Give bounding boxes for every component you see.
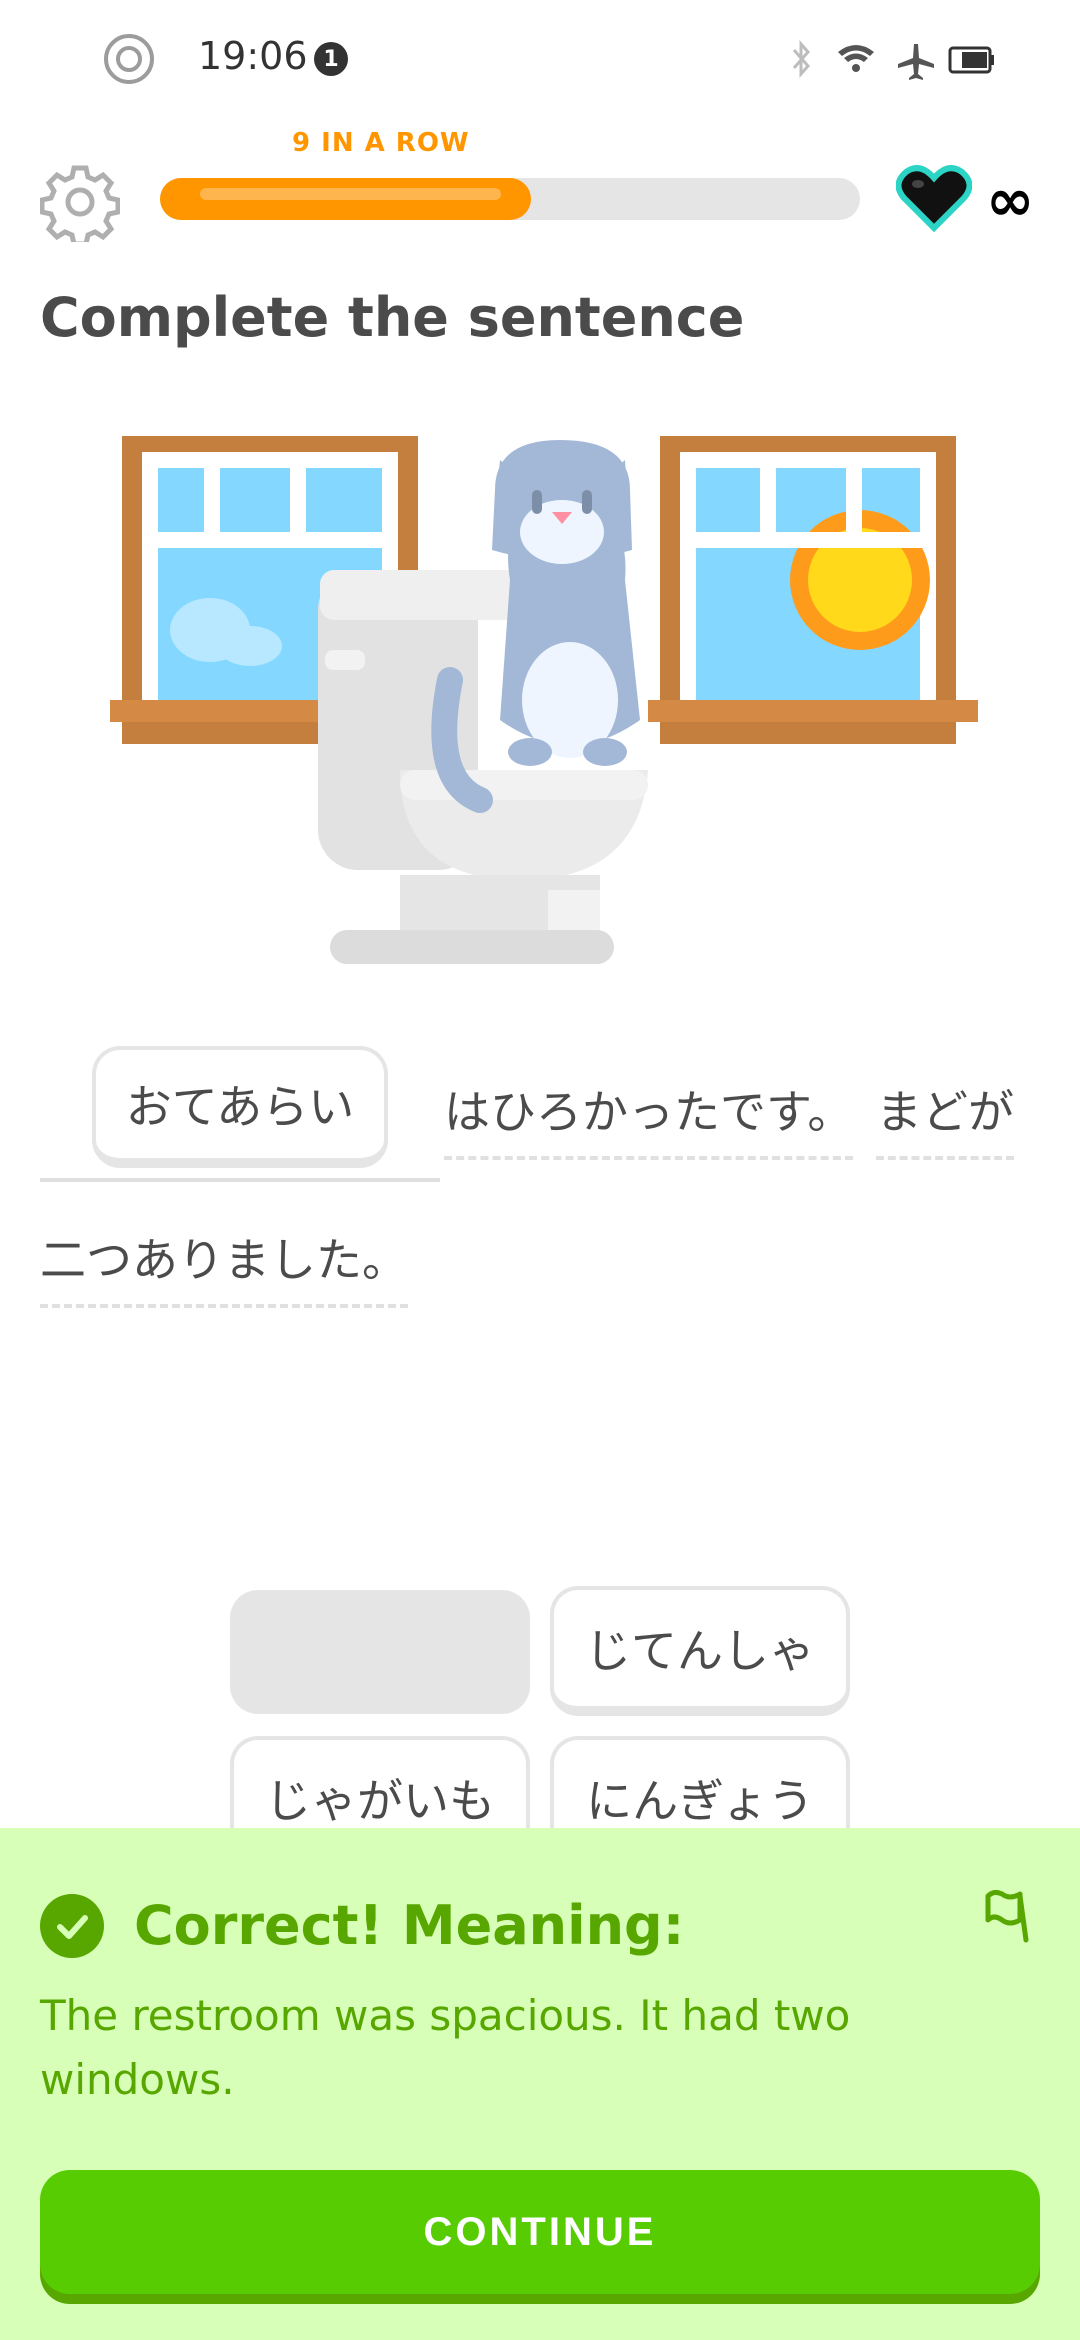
feedback-translation: The restroom was spacious. It had two wi… — [40, 1991, 851, 2104]
settings-gear-icon[interactable] — [40, 162, 120, 242]
progress-shine — [200, 188, 501, 200]
lesson-progress-bar — [160, 178, 860, 220]
continue-button[interactable]: CONTINUE — [40, 2170, 1040, 2294]
hearts-infinity: ∞ — [986, 166, 1035, 234]
heart-icon[interactable] — [896, 164, 972, 232]
streak-label: 9 IN A ROW — [292, 128, 470, 158]
bluetooth-icon — [792, 40, 810, 78]
page-title: Complete the sentence — [40, 286, 745, 349]
status-circle-icon — [104, 34, 154, 84]
word-bank-empty-slot — [230, 1590, 530, 1714]
lesson-illustration — [110, 436, 978, 964]
answer-chip-selected[interactable]: おてあらい — [92, 1046, 388, 1168]
sentence-segment[interactable]: まどが — [876, 1076, 1014, 1160]
answer-blank-underline — [40, 1178, 440, 1182]
notification-badge: 1 — [314, 42, 348, 76]
status-icons — [792, 40, 994, 80]
airplane-icon — [898, 44, 934, 80]
battery-icon — [948, 46, 994, 74]
wifi-icon — [838, 45, 874, 72]
word-bank-chip[interactable]: じてんしゃ — [550, 1586, 850, 1716]
status-time: 19:06 — [198, 34, 308, 78]
right-window — [648, 436, 978, 744]
sentence-segment[interactable]: 二つありました。 — [40, 1224, 408, 1308]
report-flag-icon[interactable] — [980, 1886, 1036, 1946]
feedback-title: Correct! Meaning: — [134, 1894, 685, 1957]
check-icon — [40, 1894, 104, 1958]
sentence-segment[interactable]: はひろかったです。 — [444, 1076, 854, 1160]
